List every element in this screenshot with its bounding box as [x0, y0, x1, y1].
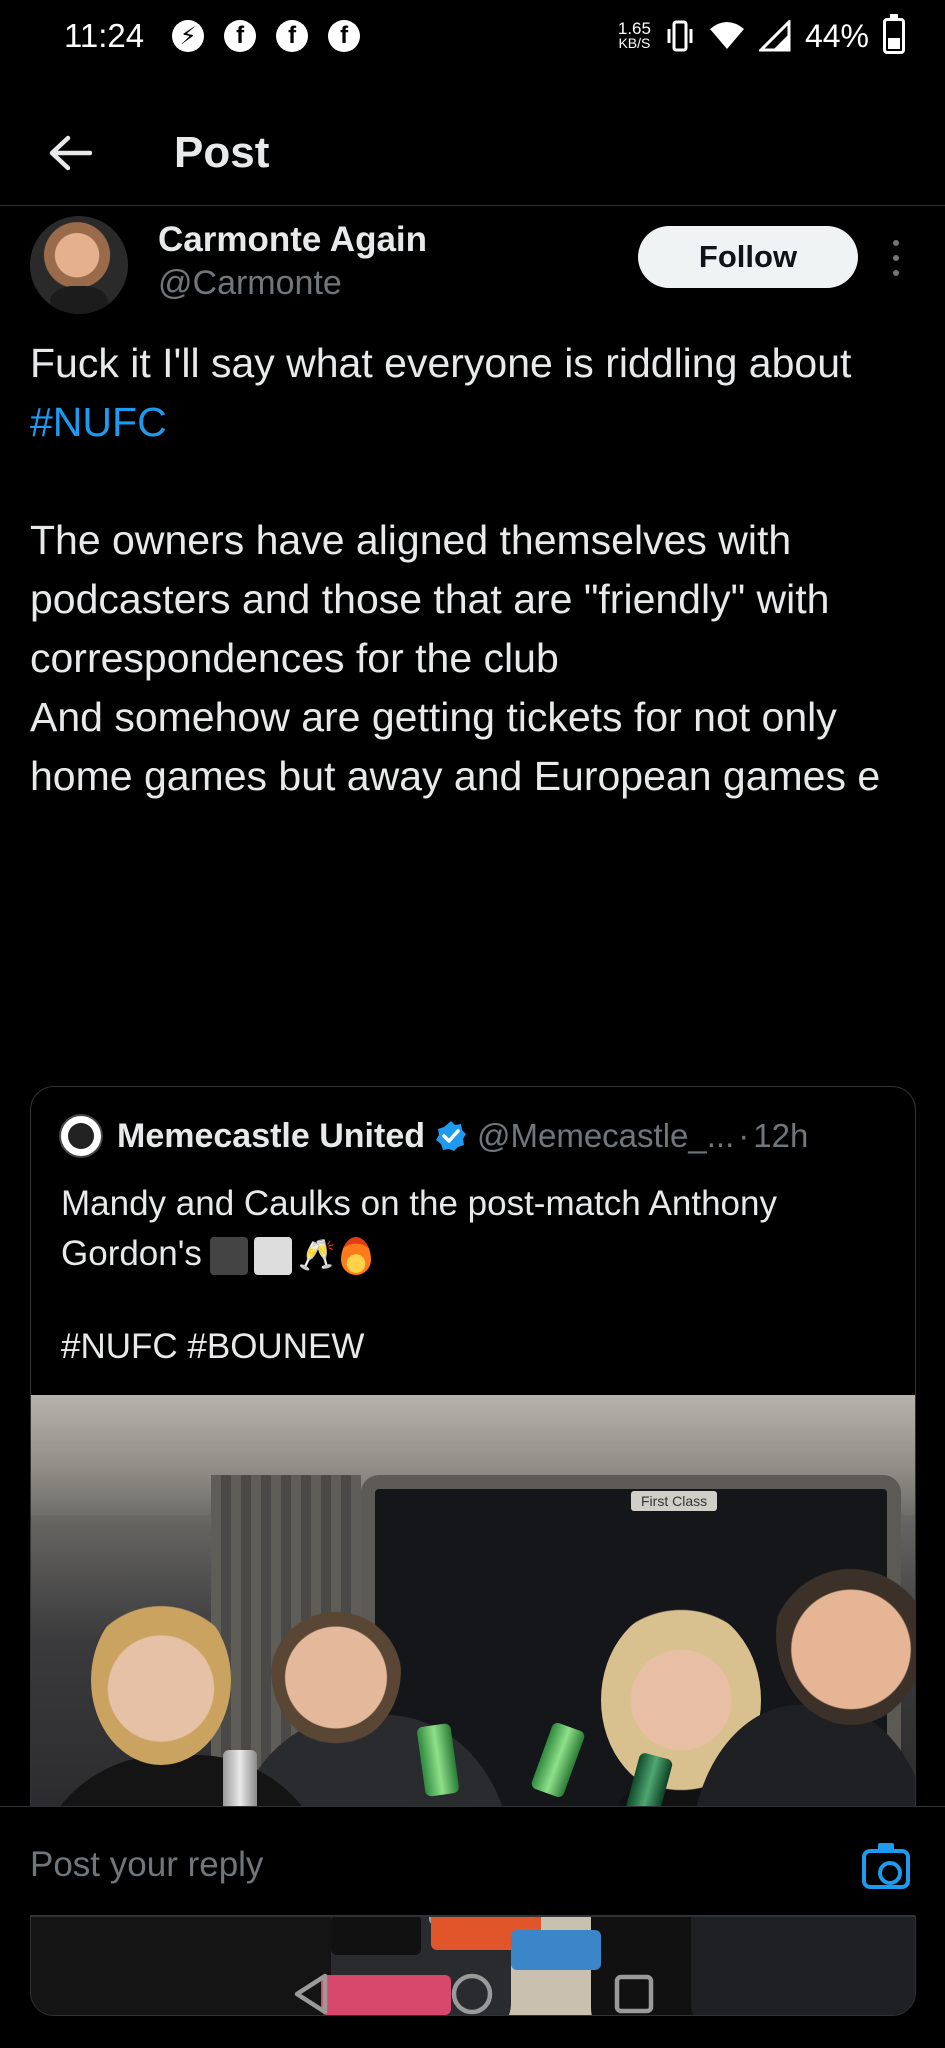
page-title: Post	[174, 127, 270, 177]
photo-person-head	[776, 1545, 915, 1725]
quoted-author-handle: @Memecastle_...	[477, 1117, 735, 1154]
more-dot	[893, 269, 899, 276]
battery-icon	[883, 14, 905, 54]
camera-icon[interactable]	[862, 1843, 910, 1889]
nav-back-button[interactable]	[288, 1971, 334, 2017]
reply-bar: Post your reply	[0, 1806, 945, 1916]
photo-first-class-sign: First Class	[631, 1491, 718, 1511]
post-text-body: The owners have aligned themselves with …	[30, 517, 881, 799]
post-text: Fuck it I'll say what everyone is riddli…	[30, 334, 910, 806]
signal-icon	[758, 20, 791, 52]
more-options-button[interactable]	[884, 236, 908, 280]
quoted-separator: ·	[738, 1117, 750, 1154]
square-recents-icon	[614, 1974, 654, 2014]
facebook-icon: f	[276, 20, 309, 52]
reply-underline	[30, 1915, 915, 1917]
author-name[interactable]: Carmonte Again	[158, 220, 427, 260]
arrow-left-icon	[49, 135, 92, 170]
battery-fill	[888, 38, 900, 49]
system-nav-bar	[0, 1940, 945, 2048]
post-text-intro: Fuck it I'll say what everyone is riddli…	[30, 340, 863, 386]
nav-home-button[interactable]	[449, 1971, 495, 2017]
nav-recents-button[interactable]	[611, 1971, 657, 2017]
more-dot	[893, 240, 899, 247]
photo-person-head	[91, 1595, 231, 1765]
messenger-icon: ⚡	[172, 20, 205, 52]
quoted-time: 12h	[753, 1117, 809, 1154]
triangle-back-icon	[294, 1973, 328, 2015]
quoted-photo[interactable]: First Class	[31, 1395, 915, 2015]
quoted-post-header: Memecastle United @Memecastle_... · 12h	[59, 1111, 895, 1161]
clinking-glasses-emoji: 🥂	[297, 1238, 336, 1272]
quoted-text-body: Mandy and Caulks on the post-match Antho…	[61, 1184, 787, 1273]
emoji-group: 🥂	[209, 1231, 372, 1281]
quoted-text: Mandy and Caulks on the post-match Antho…	[61, 1179, 891, 1281]
white-square-emoji	[253, 1236, 292, 1275]
quoted-author-avatar	[59, 1114, 103, 1158]
black-square-emoji	[209, 1236, 248, 1275]
post-author-row: Carmonte Again @Carmonte Follow	[0, 206, 945, 326]
circle-home-icon	[452, 1973, 493, 2015]
network-speed-unit: KB/S	[618, 35, 651, 51]
photo-person-head	[271, 1595, 401, 1745]
status-bar: 11:24 ⚡ f f f 1.65 KB/S 44%	[0, 0, 945, 72]
fire-emoji	[341, 1236, 372, 1275]
facebook-icon: f	[224, 20, 257, 52]
facebook-icon: f	[328, 20, 361, 52]
more-dot	[893, 254, 899, 261]
author-handle[interactable]: @Carmonte	[158, 264, 342, 303]
author-avatar[interactable]	[30, 216, 128, 314]
quoted-hashtags: #NUFC #BOUNEW	[61, 1327, 365, 1366]
verified-badge-icon	[436, 1121, 466, 1151]
follow-button[interactable]: Follow	[638, 226, 858, 288]
quoted-author-name: Memecastle United	[117, 1116, 425, 1155]
wifi-icon	[709, 22, 744, 49]
top-header: Post	[0, 100, 945, 206]
status-time: 11:24	[64, 17, 145, 54]
reply-input[interactable]: Post your reply	[30, 1845, 263, 1885]
back-button[interactable]	[46, 129, 94, 177]
battery-percent: 44%	[804, 17, 869, 54]
network-speed: 1.65 KB/S	[617, 19, 651, 51]
post: Carmonte Again @Carmonte Follow Fuck it …	[0, 206, 945, 2016]
network-speed-value: 1.65	[617, 19, 651, 38]
vibrate-icon	[667, 20, 693, 52]
hashtag-link[interactable]: #NUFC	[30, 399, 167, 445]
